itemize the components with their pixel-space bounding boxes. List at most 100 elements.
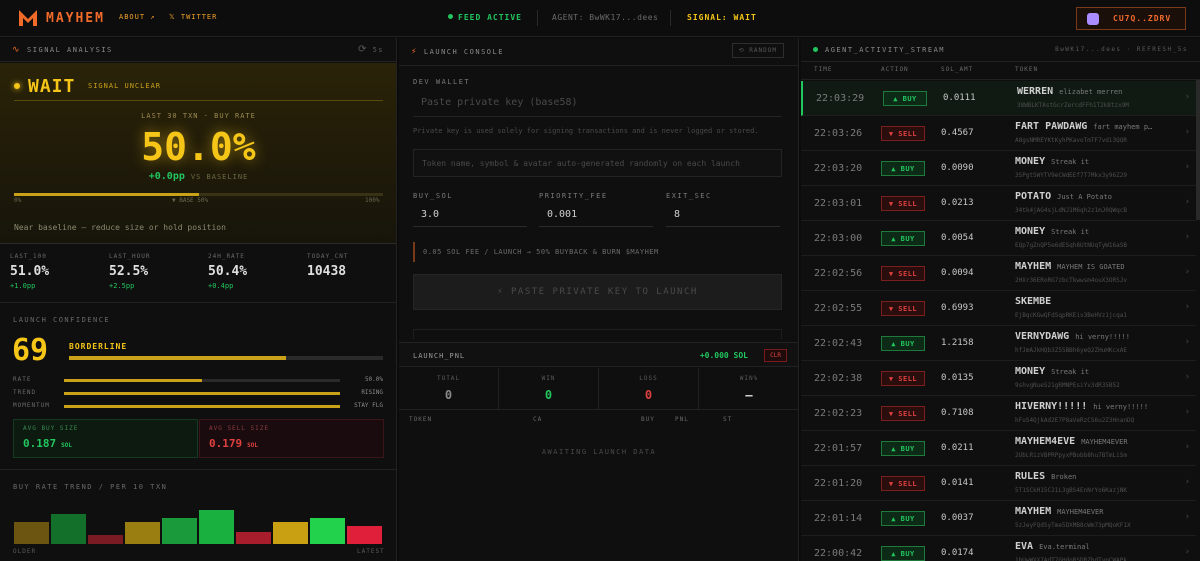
buy-rate-gauge-fill bbox=[14, 193, 199, 196]
col-sol-amt: SOL_AMT bbox=[941, 66, 974, 73]
avg-buy-label: AVG BUY SIZE bbox=[23, 425, 79, 432]
activity-row[interactable]: 22:01:14 ▲ BUY 0.0037 MAYHEM MAYHEM4EVER 5zJe… bbox=[801, 501, 1196, 536]
row-contract-address[interactable]: 38WBLKTAstGcrZercdFFh1T2k8tzx9M bbox=[1017, 102, 1157, 109]
confidence-bar bbox=[69, 356, 383, 360]
feed-status: FEED ACTIVE bbox=[448, 13, 522, 22]
chevron-right-icon[interactable]: › bbox=[1185, 92, 1190, 102]
action-badge: ▼ SELL bbox=[881, 406, 925, 421]
trend-bar bbox=[199, 510, 234, 544]
chevron-right-icon[interactable]: › bbox=[1185, 127, 1190, 137]
factor-momentum: MOMENTUM STAY FLG bbox=[13, 402, 383, 412]
factor-rate: RATE 50.0% bbox=[13, 376, 383, 386]
confidence-score: 69 bbox=[12, 333, 49, 368]
activity-row[interactable]: 22:02:56 ▼ SELL 0.0094 MAYHEM MAYHEM IS GOAT… bbox=[801, 256, 1196, 291]
row-contract-address[interactable]: EQp7gZnQP5e6dESqh8UtNUqTyW16aSB bbox=[1015, 242, 1155, 249]
activity-row[interactable]: 22:03:26 ▼ SELL 0.4567 FART PAWDAWG fart may… bbox=[801, 116, 1196, 151]
chevron-right-icon[interactable]: › bbox=[1185, 512, 1190, 522]
activity-row[interactable]: 22:03:00 ▲ BUY 0.0054 MONEY Streak it EQp7gZn… bbox=[801, 221, 1196, 256]
factor-bar bbox=[64, 405, 340, 408]
chevron-right-icon[interactable]: › bbox=[1185, 337, 1190, 347]
scrollbar[interactable] bbox=[1196, 80, 1200, 220]
launch-button[interactable]: ⚡ PASTE PRIVATE KEY TO LAUNCH bbox=[413, 274, 782, 310]
row-sol-amount: 0.4567 bbox=[941, 128, 974, 138]
activity-row[interactable]: 22:01:20 ▼ SELL 0.0141 RULES Broken 5T1SCkH15… bbox=[801, 466, 1196, 501]
cell-label: TOTAL bbox=[436, 375, 461, 382]
row-contract-address[interactable]: hFuS4QjkAd2E7P8aVeRzCS6u2Z3HnanDQ bbox=[1015, 417, 1155, 424]
activity-row[interactable]: 22:00:42 ▲ BUY 0.0174 EVA Eva.terminal 1bUwWX… bbox=[801, 536, 1196, 561]
row-time: 22:03:20 bbox=[814, 163, 863, 174]
avg-sell-amount: 0.179 bbox=[209, 437, 243, 450]
row-time: 22:03:29 bbox=[816, 93, 865, 104]
refresh-icon[interactable]: ⟳ bbox=[358, 44, 368, 55]
row-sol-amount: 0.0054 bbox=[941, 233, 974, 243]
chevron-right-icon[interactable]: › bbox=[1185, 372, 1190, 382]
exit-sec-input[interactable]: 8 bbox=[666, 203, 780, 227]
activity-row[interactable]: 22:02:55 ▼ SELL 0.6993 SKEMBE EjBqcKGwQFdSqp… bbox=[801, 291, 1196, 326]
private-key-input[interactable]: Paste private key (base58) bbox=[413, 89, 782, 117]
twitter-link[interactable]: 𝕏 TWITTER bbox=[169, 13, 217, 21]
row-contract-address[interactable]: 5T1SCkH15C21L3gBS4EnNrYo6KazjNK bbox=[1015, 487, 1155, 494]
row-contract-address[interactable]: 9shvgNueS21gRMNPEsiYv3dR35B52 bbox=[1015, 382, 1155, 389]
activity-row[interactable]: 22:03:29 ▲ BUY 0.0111 WERREN elizabet merren… bbox=[801, 81, 1196, 116]
token-input[interactable]: Token name, symbol & avatar auto-generat… bbox=[413, 149, 782, 177]
row-token: RULES Broken bbox=[1015, 471, 1076, 482]
row-sol-amount: 0.0174 bbox=[941, 548, 974, 558]
row-contract-address[interactable]: 2HXr36ERoRG7zbcTkwwsm4ouX3ORSJv bbox=[1015, 277, 1155, 284]
feed-dot-icon bbox=[448, 14, 453, 19]
trend-bar bbox=[125, 522, 160, 544]
activity-row[interactable]: 22:02:43 ▲ BUY 1.2158 VERNYDAWG hi verny!!!!… bbox=[801, 326, 1196, 361]
private-key-placeholder: Paste private key (base58) bbox=[421, 97, 578, 108]
token-desc: elizabet merren bbox=[1059, 88, 1123, 96]
chevron-right-icon[interactable]: › bbox=[1185, 302, 1190, 312]
activity-row[interactable]: 22:03:20 ▲ BUY 0.0090 MONEY Streak it 3SPgt5W… bbox=[801, 151, 1196, 186]
chevron-right-icon[interactable]: › bbox=[1185, 407, 1190, 417]
activity-row[interactable]: 22:03:01 ▼ SELL 0.0213 POTATO Just A Potato 3… bbox=[801, 186, 1196, 221]
action-badge: ▼ SELL bbox=[881, 371, 925, 386]
action-badge: ▲ BUY bbox=[881, 161, 925, 176]
activity-row[interactable]: 22:02:23 ▼ SELL 0.7108 HIVERNY!!!!! hi verny… bbox=[801, 396, 1196, 431]
row-contract-address[interactable]: hfJmAJkHQb3Z55BBh6yeQ2ZHuHKcxAE bbox=[1015, 347, 1155, 354]
chevron-right-icon[interactable]: › bbox=[1185, 232, 1190, 242]
row-contract-address[interactable]: EjBqcKGwQFdSqpRKEiv3BeHVz1jcqa1 bbox=[1015, 312, 1155, 319]
row-contract-address[interactable]: 3SPgt5WYTV9eCWdEEf7T7Mkx3y96Z29 bbox=[1015, 172, 1155, 179]
confidence-title: LAUNCH CONFIDENCE bbox=[13, 316, 111, 324]
chevron-right-icon[interactable]: › bbox=[1185, 547, 1190, 557]
chevron-right-icon[interactable]: › bbox=[1185, 477, 1190, 487]
divider bbox=[801, 79, 1200, 80]
row-contract-address[interactable]: A8gsNMREYKtKyhPKavoTmTF7vdi3QQR bbox=[1015, 137, 1155, 144]
row-contract-address[interactable]: 5zJeyFQdSyTme5DXMB8cWm73pMQoKF1X bbox=[1015, 522, 1155, 529]
signal-state: WAIT bbox=[28, 76, 76, 97]
random-button[interactable]: ⟲ RANDOM bbox=[731, 43, 784, 58]
activity-row[interactable]: 22:01:57 ▲ BUY 0.0211 MAYHEM4EVE MAYHEM4EVER… bbox=[801, 431, 1196, 466]
clear-button[interactable]: CLR bbox=[764, 349, 787, 362]
cell-label: WIN bbox=[541, 375, 556, 382]
pnl-title: LAUNCH_PNL bbox=[413, 352, 466, 360]
chevron-right-icon[interactable]: › bbox=[1185, 197, 1190, 207]
trend-bar bbox=[236, 532, 271, 544]
pnl-loss-cell: LOSS 0 bbox=[599, 368, 699, 410]
wallet-button[interactable]: CU7Q..ZDRV bbox=[1076, 7, 1186, 30]
factor-name: TREND bbox=[13, 389, 37, 396]
row-contract-address[interactable]: 34tk4jAG4sjLdNJ1M6qh2z1mJ0QWqcB bbox=[1015, 207, 1155, 214]
row-contract-address[interactable]: 1bUwWXX7AdT7GHdoRSDRZhdTypCWAPk bbox=[1015, 557, 1155, 561]
brand-name[interactable]: MAYHEM bbox=[46, 11, 105, 26]
token-name: MAYHEM4EVE bbox=[1015, 436, 1076, 447]
token-desc: Just A Potato bbox=[1057, 193, 1112, 201]
chevron-right-icon[interactable]: › bbox=[1185, 267, 1190, 277]
buy-sol-input[interactable]: 3.0 bbox=[413, 203, 527, 227]
chevron-right-icon[interactable]: › bbox=[1185, 162, 1190, 172]
phantom-wallet-icon bbox=[1087, 12, 1099, 25]
activity-row[interactable]: 22:02:38 ▼ SELL 0.0135 MONEY Streak it 9shvgN… bbox=[801, 361, 1196, 396]
action-badge: ▲ BUY bbox=[881, 546, 925, 561]
delta-value: +0.0pp bbox=[148, 171, 185, 182]
row-token: FART PAWDAWG fart mayhem p… bbox=[1015, 121, 1152, 132]
pnl-win-cell: WIN 0 bbox=[499, 368, 599, 410]
chevron-right-icon[interactable]: › bbox=[1185, 442, 1190, 452]
stat-label: LAST_100 bbox=[10, 253, 47, 260]
avg-buy-value: 0.187 SOL bbox=[23, 437, 188, 450]
about-link[interactable]: ABOUT ↗ bbox=[119, 13, 156, 21]
row-contract-address[interactable]: 2UbLR1zVBPRPpyxPBobb8hu7BTmLiSm bbox=[1015, 452, 1155, 459]
mayhem-logo-icon[interactable] bbox=[18, 9, 38, 27]
priority-fee-input[interactable]: 0.001 bbox=[539, 203, 653, 227]
row-token: WERREN elizabet merren bbox=[1017, 86, 1122, 97]
